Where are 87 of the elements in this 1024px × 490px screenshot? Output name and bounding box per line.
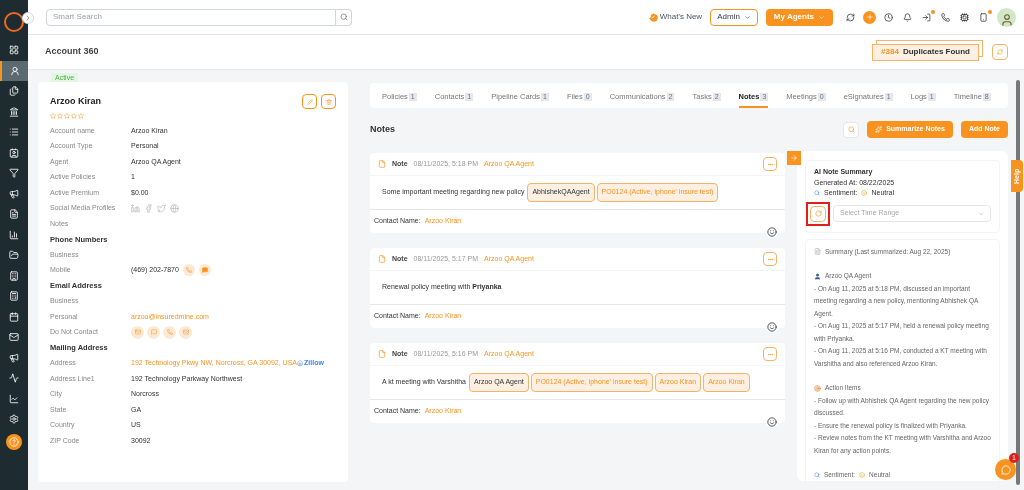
calendar-icon xyxy=(9,311,19,322)
emoji-reaction-icon[interactable] xyxy=(766,321,778,333)
filter-icon xyxy=(9,168,19,179)
neutral-face-icon xyxy=(859,472,866,479)
search-glyph-icon xyxy=(847,126,855,133)
search-glyph-icon xyxy=(339,13,348,21)
sparkle-icon xyxy=(875,126,883,133)
smiley-icon xyxy=(767,322,777,332)
chevron-right-icon xyxy=(24,14,32,22)
emoji-reaction-icon[interactable] xyxy=(766,416,778,428)
delete-button[interactable] xyxy=(321,94,336,109)
building-icon xyxy=(9,270,19,281)
megaphone-icon xyxy=(9,188,19,199)
plus-icon xyxy=(865,13,874,21)
caret-icon xyxy=(818,13,825,21)
bell-icon xyxy=(903,12,912,22)
list-icon xyxy=(9,127,19,138)
document-icon xyxy=(9,209,19,220)
person-icon xyxy=(814,272,821,280)
smiley-icon xyxy=(767,417,777,427)
scrollbar[interactable] xyxy=(1016,80,1020,485)
settings-icon xyxy=(9,414,19,425)
document-icon xyxy=(814,248,821,256)
note-icon xyxy=(378,350,386,358)
calculator-icon xyxy=(9,291,19,302)
house-icon xyxy=(297,360,303,367)
phone-glyph-icon xyxy=(185,267,192,274)
sidebar-item[interactable] xyxy=(0,60,28,81)
toolbar-icon[interactable] xyxy=(901,10,914,24)
bank-icon xyxy=(9,106,19,117)
note-icon xyxy=(378,160,386,168)
refresh-icon xyxy=(814,210,822,217)
toolbar-icon[interactable] xyxy=(958,10,971,24)
emoji-reaction-icon[interactable] xyxy=(766,226,778,238)
chip-icon xyxy=(960,12,969,22)
expand-sidebar-button[interactable] xyxy=(22,12,34,24)
grid-icon xyxy=(9,45,19,56)
login-icon xyxy=(922,12,931,22)
role-select[interactable]: Admin xyxy=(710,8,758,26)
target-icon xyxy=(814,384,821,392)
caret-icon xyxy=(978,210,984,217)
duplicates-count: #384 xyxy=(881,46,899,58)
magnifier-icon xyxy=(814,190,820,197)
search-field[interactable]: Smart Search xyxy=(46,8,336,26)
page-title: Account 360 xyxy=(45,45,99,59)
search-button[interactable] xyxy=(336,8,352,26)
clock-icon xyxy=(884,12,893,22)
chat-glyph-icon xyxy=(201,267,208,274)
note-icon xyxy=(378,255,386,263)
line-chart-icon xyxy=(9,393,19,404)
folder-icon xyxy=(9,250,19,261)
phone-icon xyxy=(941,12,950,22)
neutral-face-icon xyxy=(861,190,868,197)
message-icon[interactable] xyxy=(198,264,211,277)
user-icon xyxy=(10,65,20,76)
files-icon xyxy=(9,86,19,97)
avatar[interactable] xyxy=(997,7,1016,27)
magnifier-icon xyxy=(814,472,820,479)
refresh-icon xyxy=(846,12,855,22)
whats-new-link[interactable]: What's New xyxy=(648,11,703,23)
pulse-icon xyxy=(9,373,19,384)
megaphone-icon xyxy=(9,352,19,363)
mail-icon xyxy=(9,332,19,343)
toolbar-icon[interactable] xyxy=(920,10,933,24)
toolbar-icon[interactable] xyxy=(844,10,857,24)
caret-icon xyxy=(743,13,751,21)
contact-glyph-icon xyxy=(150,329,157,336)
smiley-icon xyxy=(767,227,777,237)
person-silhouette-icon xyxy=(999,12,1014,27)
phone-device-icon xyxy=(979,12,988,22)
bar-chart-icon xyxy=(9,229,19,240)
refresh-icon xyxy=(997,49,1003,55)
contact-glyph-icon xyxy=(182,329,189,336)
edit-button[interactable] xyxy=(302,94,317,109)
duplicates-label: Duplicates Found xyxy=(902,46,970,58)
notes-heading: Notes xyxy=(370,122,395,136)
contact-glyph-icon xyxy=(166,329,173,336)
pencil-icon xyxy=(306,98,313,105)
hand-icon xyxy=(648,12,658,22)
chat-bubble-icon xyxy=(1000,464,1011,475)
contact-glyph-icon xyxy=(134,329,141,336)
toolbar-icon[interactable] xyxy=(882,10,895,24)
arrow-right-icon xyxy=(790,154,798,162)
contact-card-icon xyxy=(9,147,19,158)
trash-icon xyxy=(325,98,332,105)
account-name: Arzoo Kiran xyxy=(50,94,101,108)
question-icon xyxy=(9,436,19,447)
